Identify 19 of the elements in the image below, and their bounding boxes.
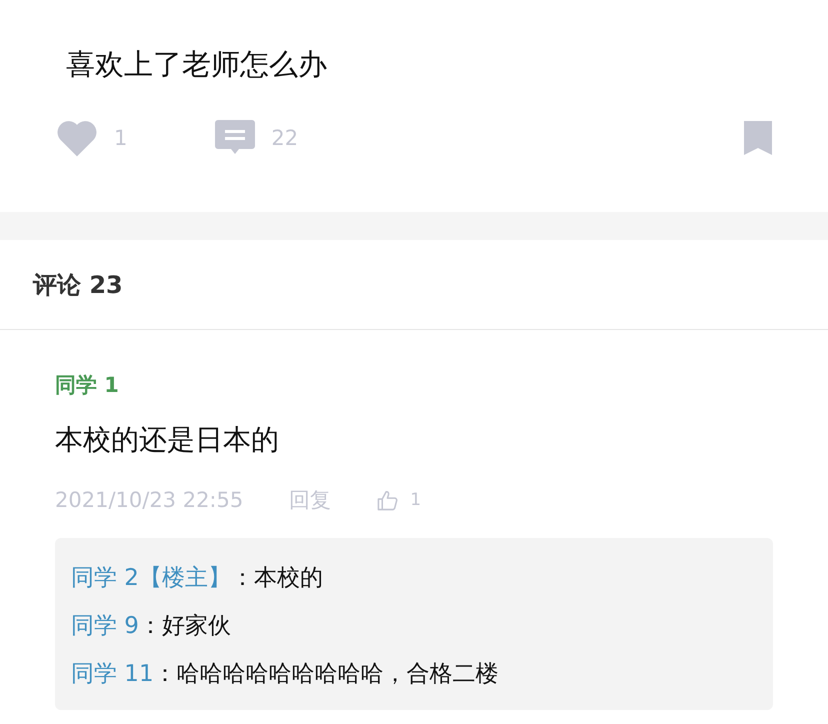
comment-text: 本校的还是日本的 — [55, 422, 280, 458]
reply-author-link[interactable]: 同学 11 — [71, 661, 154, 687]
like-count: 1 — [114, 126, 128, 150]
thumbs-up-icon[interactable] — [377, 490, 398, 510]
comment-icon[interactable] — [215, 120, 256, 156]
reply-text: 同学 2【楼主】：本校的 — [71, 564, 324, 593]
comment-like-count: 1 — [410, 490, 422, 510]
reply-link[interactable]: 回复 — [289, 486, 332, 514]
comment-author: 同学 1 — [55, 372, 120, 399]
comment-count: 22 — [271, 126, 298, 150]
reply-author-link[interactable]: 同学 9 — [71, 613, 139, 639]
comments-heading: 评论 23 — [33, 270, 123, 300]
reply-text: 同学 11：哈哈哈哈哈哈哈哈哈，合格二楼 — [71, 660, 500, 689]
reply-text: 同学 9：好家伙 — [71, 612, 232, 641]
reply-author-link[interactable]: 同学 2【楼主】 — [71, 565, 231, 591]
post-text: 喜欢上了老师怎么办 — [66, 46, 328, 83]
heart-icon[interactable] — [56, 118, 98, 158]
bookmark-icon[interactable] — [744, 121, 772, 155]
comment-time: 2021/10/23 22:55 — [55, 488, 244, 512]
